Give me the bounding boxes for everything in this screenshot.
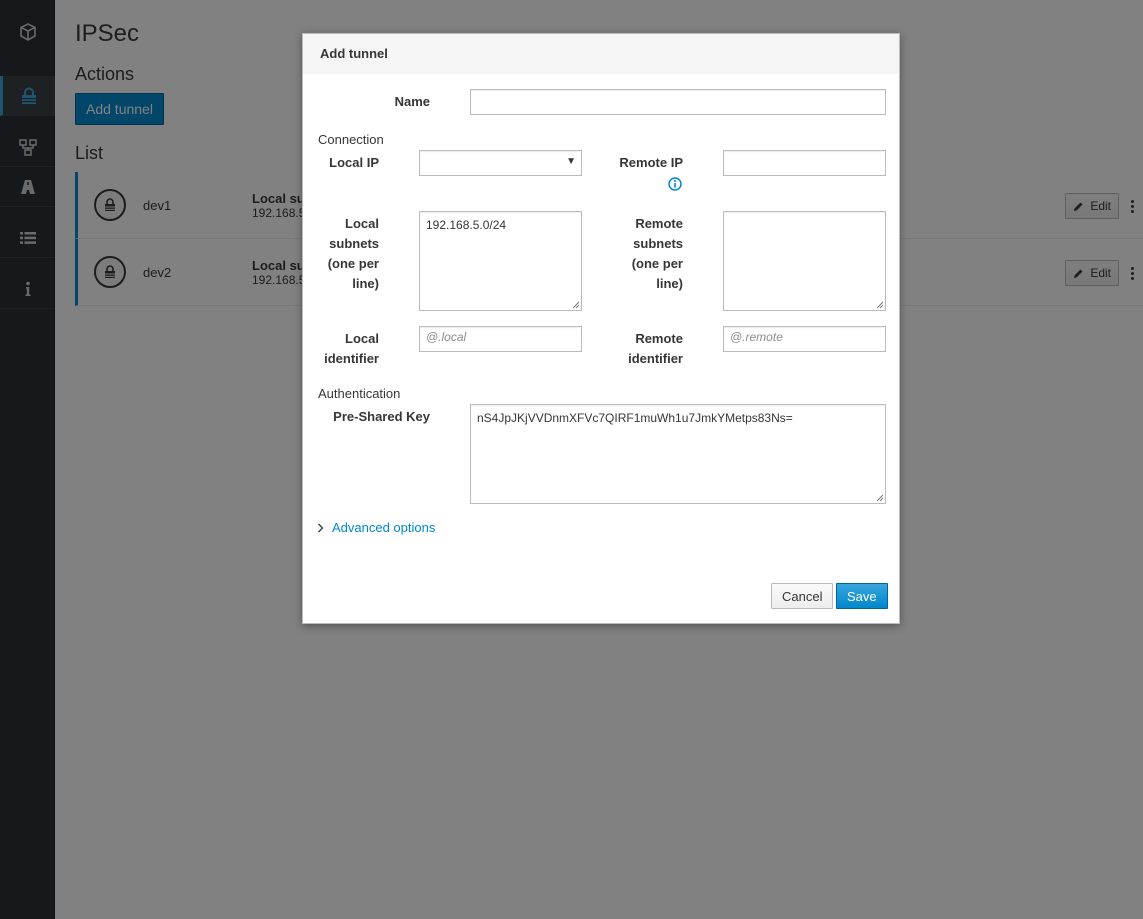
resize-grip-icon[interactable] bbox=[876, 494, 884, 502]
caret-down-icon: ▼ bbox=[566, 156, 576, 167]
info-circle-icon[interactable] bbox=[668, 177, 682, 194]
advanced-options-toggle[interactable]: Advanced options bbox=[317, 520, 435, 535]
psk-value: nS4JpJKjVVDnmXFVc7QIRF1muWh1u7JmkYMetps8… bbox=[477, 411, 793, 425]
local-subnets-value: 192.168.5.0/24 bbox=[426, 218, 507, 232]
name-label: Name bbox=[394, 94, 430, 109]
chevron-right-icon bbox=[318, 523, 324, 532]
save-button[interactable]: Save bbox=[836, 583, 888, 609]
remote-identifier-label: Remote identifier bbox=[628, 331, 683, 366]
advanced-options-link[interactable]: Advanced options bbox=[332, 520, 435, 535]
remote-ip-input[interactable] bbox=[723, 150, 886, 176]
dialog-title: Add tunnel bbox=[303, 34, 899, 74]
remote-identifier-input[interactable]: @.remote bbox=[723, 326, 886, 352]
resize-grip-icon[interactable] bbox=[876, 301, 884, 309]
add-tunnel-dialog: Add tunnel Name Connection Local IP ▼ Re… bbox=[302, 33, 900, 624]
local-subnets-textarea[interactable]: 192.168.5.0/24 bbox=[419, 211, 582, 311]
local-subnets-label: Local subnets (one per line) bbox=[327, 216, 379, 291]
authentication-heading: Authentication bbox=[318, 386, 401, 401]
cancel-button[interactable]: Cancel bbox=[771, 583, 834, 609]
psk-textarea[interactable]: nS4JpJKjVVDnmXFVc7QIRF1muWh1u7JmkYMetps8… bbox=[470, 404, 886, 504]
connection-heading: Connection bbox=[318, 132, 384, 147]
remote-subnets-label: Remote subnets (one per line) bbox=[631, 216, 683, 291]
name-input[interactable] bbox=[470, 89, 886, 115]
local-identifier-input[interactable]: @.local bbox=[419, 326, 582, 352]
local-ip-label: Local IP bbox=[329, 155, 379, 170]
remote-ip-label: Remote IP bbox=[619, 155, 683, 170]
remote-subnets-textarea[interactable] bbox=[723, 211, 886, 311]
local-ip-select[interactable]: ▼ bbox=[419, 150, 582, 176]
resize-grip-icon[interactable] bbox=[572, 301, 580, 309]
psk-label: Pre-Shared Key bbox=[333, 409, 430, 424]
local-identifier-label: Local identifier bbox=[324, 331, 379, 366]
